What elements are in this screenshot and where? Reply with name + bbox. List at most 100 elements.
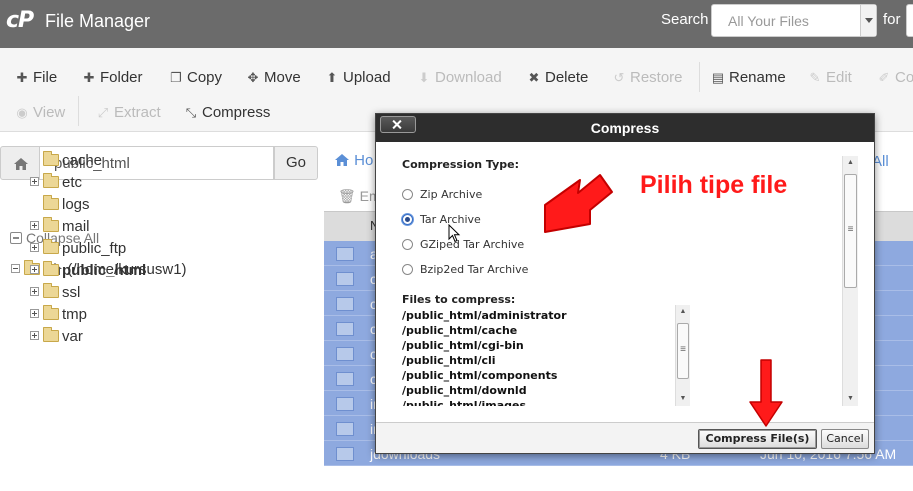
- folder-icon: [336, 372, 354, 386]
- extract-icon: ⤢: [97, 105, 109, 120]
- folder-icon: [43, 151, 59, 166]
- tree-expand-icon[interactable]: [30, 309, 39, 318]
- download-button[interactable]: ⬇ Download: [417, 69, 502, 86]
- extract-button[interactable]: ⤢ Extract: [96, 104, 161, 121]
- folder-icon: [43, 217, 59, 232]
- tree-expand-icon[interactable]: [30, 221, 39, 230]
- chevron-down-icon[interactable]: [860, 5, 876, 36]
- scroll-down-icon[interactable]: ▼: [676, 392, 690, 406]
- list-item: /public_html/administrator: [402, 309, 567, 322]
- tree-expand-icon[interactable]: [30, 287, 39, 296]
- new-folder-button[interactable]: ✚ Folder: [82, 69, 143, 86]
- tree-folder-label: public_ftp: [62, 240, 127, 257]
- move-icon: ✥: [247, 70, 259, 85]
- tree-toggle-icon[interactable]: [11, 264, 20, 273]
- radio-tar-archive[interactable]: Tar Archive: [402, 213, 481, 226]
- radio-gzip-tar-archive[interactable]: GZiped Tar Archive: [402, 238, 524, 251]
- files-list-scrollbar[interactable]: ▲ ▼: [675, 305, 690, 406]
- tree-expand-icon[interactable]: [30, 331, 39, 340]
- edit-button[interactable]: ✎ Edit: [808, 69, 852, 86]
- code-edit-button[interactable]: ✐ Co: [877, 69, 913, 86]
- radio-button[interactable]: [402, 264, 413, 275]
- annotation-label: Pilih tipe file: [640, 171, 788, 199]
- delete-icon: ✖: [528, 70, 540, 85]
- pencil-icon: ✎: [809, 70, 821, 85]
- tree-expand-icon[interactable]: [30, 265, 39, 274]
- scroll-down-icon[interactable]: ▼: [843, 392, 858, 406]
- collapse-icon: [10, 232, 22, 244]
- list-item: /public_html/cgi-bin: [402, 339, 524, 352]
- tree-expand-icon[interactable]: [30, 243, 39, 252]
- tree-folder-mail[interactable]: mail: [30, 217, 90, 236]
- folder-icon: [336, 422, 354, 436]
- view-button[interactable]: ◉ View: [15, 104, 65, 121]
- dialog-scrollbar[interactable]: ▲ ▼: [842, 156, 858, 406]
- search-label: Search: [661, 11, 709, 28]
- go-button[interactable]: Go: [274, 146, 318, 180]
- home-button[interactable]: [0, 146, 40, 180]
- compress-dialog: Compress Compression Type: Zip Archive T…: [375, 113, 875, 454]
- search-input[interactable]: [906, 4, 913, 37]
- radio-zip-archive[interactable]: Zip Archive: [402, 188, 482, 201]
- compress-icon: ⤡: [185, 105, 197, 120]
- upload-button[interactable]: ⬆ Upload: [325, 69, 391, 86]
- compress-button[interactable]: ⤡ Compress: [184, 104, 271, 121]
- tree-folder-var[interactable]: var: [30, 327, 83, 346]
- home-icon: [14, 158, 28, 170]
- restore-button[interactable]: ↺ Restore: [612, 69, 683, 86]
- tree-folder-logs[interactable]: logs: [43, 195, 90, 214]
- delete-button[interactable]: ✖ Delete: [527, 69, 589, 86]
- tree-folder-ssl[interactable]: ssl: [30, 283, 81, 302]
- scroll-up-icon[interactable]: ▲: [676, 305, 690, 319]
- cpanel-logo[interactable]: cP: [6, 8, 34, 33]
- folder-icon: [43, 173, 59, 188]
- tree-folder-label: public_html: [62, 262, 147, 279]
- radio-button[interactable]: [402, 189, 413, 200]
- new-file-button[interactable]: ✚ File: [15, 69, 58, 86]
- scrollbar-thumb[interactable]: [677, 323, 689, 379]
- dialog-footer: Compress File(s) Cancel: [376, 422, 874, 453]
- tree-folder-label: ssl: [62, 284, 81, 301]
- for-label: for: [883, 11, 901, 28]
- tree-folder-etc[interactable]: etc: [30, 173, 83, 192]
- file-icon: ▤: [711, 70, 725, 85]
- scroll-up-icon[interactable]: ▲: [843, 156, 858, 170]
- plus-icon: ✚: [83, 70, 95, 85]
- tree-folder-label: mail: [62, 218, 90, 235]
- home-link[interactable]: Ho: [334, 152, 373, 169]
- upload-icon: ⬆: [326, 70, 338, 85]
- tree-expand-icon[interactable]: [30, 177, 39, 186]
- list-item: /public_html/cli: [402, 354, 496, 367]
- dialog-title: Compress: [590, 120, 660, 136]
- tree-folder-public-ftp[interactable]: public_ftp: [30, 239, 127, 258]
- code-edit-icon: ✐: [878, 70, 890, 85]
- folder-icon: [336, 247, 354, 261]
- folder-icon: [336, 322, 354, 336]
- radio-button[interactable]: [402, 239, 413, 250]
- tree-folder-public-html[interactable]: public_html: [30, 261, 147, 280]
- radio-bzip2-tar-archive[interactable]: Bzip2ed Tar Archive: [402, 263, 528, 276]
- dialog-titlebar: Compress: [376, 114, 874, 142]
- scrollbar-thumb[interactable]: [844, 174, 857, 288]
- close-icon[interactable]: [380, 116, 416, 133]
- copy-button[interactable]: ❐ Copy: [169, 69, 222, 86]
- folder-icon: [43, 195, 59, 210]
- move-button[interactable]: ✥ Move: [246, 69, 301, 86]
- radio-button-checked[interactable]: [402, 214, 413, 225]
- cancel-button[interactable]: Cancel: [821, 429, 869, 449]
- compress-files-button[interactable]: Compress File(s): [698, 429, 817, 449]
- app-title: File Manager: [45, 11, 151, 31]
- folder-icon: [43, 283, 59, 298]
- toolbar-divider: [699, 62, 700, 92]
- folder-icon: [336, 297, 354, 311]
- search-scope-select[interactable]: All Your Files: [711, 4, 877, 37]
- tree-folder-tmp[interactable]: tmp: [30, 305, 87, 324]
- tree-folder-label: etc: [62, 174, 83, 191]
- tree-folder-cache[interactable]: cache: [43, 151, 102, 170]
- folder-icon: [43, 239, 59, 254]
- restore-icon: ↺: [613, 70, 625, 85]
- rename-button[interactable]: ▤ Rename: [711, 69, 786, 86]
- files-to-compress-label: Files to compress:: [402, 293, 516, 306]
- folder-icon: [43, 261, 59, 276]
- folder-icon: [336, 347, 354, 361]
